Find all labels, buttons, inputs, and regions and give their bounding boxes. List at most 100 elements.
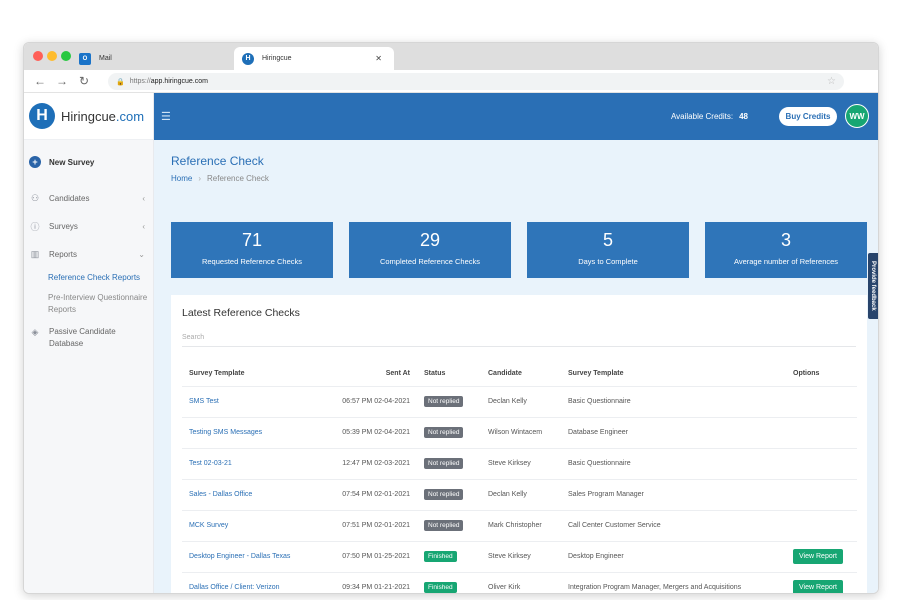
status-cell: Not replied — [417, 386, 481, 418]
survey-template-name: Database Engineer — [561, 417, 786, 449]
column-header[interactable]: Status — [417, 362, 481, 387]
sidebar-item-passive-candidates[interactable]: ◈ Passive Candidate Database — [24, 320, 153, 356]
column-header[interactable]: Sent At — [332, 362, 417, 387]
survey-template-name: Integration Program Manager, Mergers and… — [561, 572, 786, 593]
candidate-name: Steve Kirksey — [481, 541, 561, 573]
buy-credits-button[interactable]: Buy Credits — [779, 107, 837, 126]
column-header[interactable]: Survey Template — [561, 362, 786, 387]
survey-template-link[interactable]: Dallas Office / Client: Verizon — [182, 572, 332, 593]
status-cell: Not replied — [417, 448, 481, 480]
table-row: Test 02-03-21 12:47 PM 02-03-2021 Not repl… — [182, 448, 857, 480]
candidate-name: Declan Kelly — [481, 479, 561, 511]
sent-at: 05:39 PM 02-04-2021 — [332, 417, 417, 449]
column-header[interactable]: Candidate — [481, 362, 561, 387]
tab-label: Hiringcue — [262, 55, 292, 62]
sidebar: H Hiringcue.com + New Survey ⚇ Candidate… — [24, 93, 154, 593]
latest-reference-checks-panel: Latest Reference Checks Search Survey Te… — [171, 295, 867, 593]
breadcrumb-home[interactable]: Home — [171, 174, 192, 183]
sidebar-item-candidates[interactable]: ⚇ Candidates ‹ — [24, 184, 153, 212]
available-credits: Available Credits: 48 — [671, 112, 748, 121]
layers-icon: ◈ — [31, 327, 39, 337]
stat-value: 29 — [419, 230, 441, 250]
view-report-button[interactable]: View Report — [793, 549, 844, 564]
menu-icon[interactable]: ☰ — [161, 110, 171, 123]
bookmark-star-icon[interactable]: ☆ — [827, 76, 836, 87]
options-cell — [786, 510, 857, 542]
sidebar-item-surveys[interactable]: ⓘ Surveys ‹ — [24, 212, 153, 240]
column-header[interactable]: Survey Template — [182, 362, 332, 387]
sidebar-nav: + New Survey ⚇ Candidates ‹ ⓘ Surveys ‹ … — [24, 140, 153, 356]
url-field[interactable]: 🔒 https://app.hiringcue.com ☆ — [108, 73, 844, 90]
breadcrumb: Home › Reference Check — [171, 174, 269, 183]
new-survey-label: New Survey — [49, 157, 95, 167]
table-header-row: Survey Template Sent At Status Candidate… — [182, 362, 857, 387]
address-bar: ← → ↻ 🔒 https://app.hiringcue.com ☆ — [24, 70, 878, 93]
search-input[interactable]: Search — [182, 329, 856, 347]
survey-template-link[interactable]: SMS Test — [182, 386, 332, 418]
logo-mark: H — [29, 103, 55, 129]
stat-value: 5 — [602, 230, 613, 250]
sidebar-item-label: Candidates — [49, 193, 90, 203]
table-row: SMS Test 06:57 PM 02-04-2021 Not replied De… — [182, 386, 857, 418]
breadcrumb-separator: › — [198, 174, 202, 183]
page-title: Reference Check — [171, 154, 264, 168]
survey-template-link[interactable]: Test 02-03-21 — [182, 448, 332, 480]
stat-label: Days to Complete — [578, 257, 638, 266]
close-icon[interactable]: ✕ — [375, 54, 382, 63]
sidebar-item-reports[interactable]: ▥ Reports ⌄ — [24, 240, 153, 268]
chevron-left-icon: ‹ — [142, 193, 145, 203]
stats-row: 71 Requested Reference Checks 29 Complet… — [171, 222, 867, 278]
candidate-name: Declan Kelly — [481, 386, 561, 418]
survey-template-name: Basic Questionnaire — [561, 448, 786, 480]
close-window-button[interactable] — [33, 51, 43, 61]
feedback-tab[interactable]: Provide feedback — [868, 253, 878, 319]
credits-label: Available Credits: — [670, 112, 734, 121]
reload-icon[interactable]: ↻ — [78, 74, 90, 88]
stat-card: 5 Days to Complete — [527, 222, 689, 278]
stat-value: 3 — [780, 230, 791, 250]
candidate-name: Steve Kirksey — [481, 448, 561, 480]
sent-at: 06:57 PM 02-04-2021 — [332, 386, 417, 418]
survey-template-link[interactable]: MCK Survey — [182, 510, 332, 542]
sent-at: 09:34 PM 01-21-2021 — [332, 572, 417, 593]
tab-mail[interactable]: O Mail — [79, 47, 229, 70]
logo-suffix: .com — [115, 108, 145, 124]
status-badge: Not replied — [424, 458, 464, 469]
logo[interactable]: H Hiringcue.com — [24, 93, 153, 140]
options-cell — [786, 479, 857, 511]
survey-template-link[interactable]: Testing SMS Messages — [182, 417, 332, 449]
url-host: app.hiringcue.com — [150, 78, 208, 85]
new-survey-button[interactable]: + New Survey — [24, 148, 153, 176]
forward-icon[interactable]: → — [56, 74, 68, 88]
status-cell: Finished — [417, 572, 481, 593]
view-report-button[interactable]: View Report — [793, 580, 844, 593]
sent-at: 07:50 PM 01-25-2021 — [332, 541, 417, 573]
minimize-window-button[interactable] — [47, 51, 57, 61]
options-cell — [786, 386, 857, 418]
sidebar-subitem-reference-check-reports[interactable]: Reference Check Reports — [24, 268, 153, 288]
candidate-name: Mark Christopher — [481, 510, 561, 542]
status-badge: Not replied — [424, 489, 464, 500]
back-icon[interactable]: ← — [34, 74, 46, 88]
options-cell — [786, 448, 857, 480]
avatar[interactable]: WW — [845, 104, 869, 128]
tab-hiringcue[interactable]: H Hiringcue ✕ — [234, 47, 394, 70]
stat-card: 3 Average number of References — [705, 222, 867, 278]
maximize-window-button[interactable] — [61, 51, 71, 61]
lock-icon: 🔒 — [116, 78, 125, 86]
hiringcue-icon: H — [242, 52, 254, 65]
credits-value: 48 — [739, 112, 748, 121]
candidate-name: Oliver Kirk — [481, 572, 561, 593]
options-cell: View Report — [786, 541, 857, 573]
logo-name: Hiringcue — [61, 108, 116, 124]
sidebar-subitem-pre-interview-reports[interactable]: Pre-Interview Questionnaire Reports — [24, 288, 153, 320]
plus-icon: + — [29, 156, 41, 168]
chevron-left-icon: ‹ — [142, 221, 145, 231]
survey-template-link[interactable]: Sales - Dallas Office — [182, 479, 332, 511]
status-badge: Finished — [424, 582, 457, 593]
survey-template-link[interactable]: Desktop Engineer - Dallas Texas — [182, 541, 332, 573]
stat-label: Average number of References — [733, 257, 839, 266]
status-cell: Not replied — [417, 510, 481, 542]
table-row: Desktop Engineer - Dallas Texas 07:50 PM … — [182, 541, 857, 573]
table-row: Testing SMS Messages 05:39 PM 02-04-2021 N… — [182, 417, 857, 449]
